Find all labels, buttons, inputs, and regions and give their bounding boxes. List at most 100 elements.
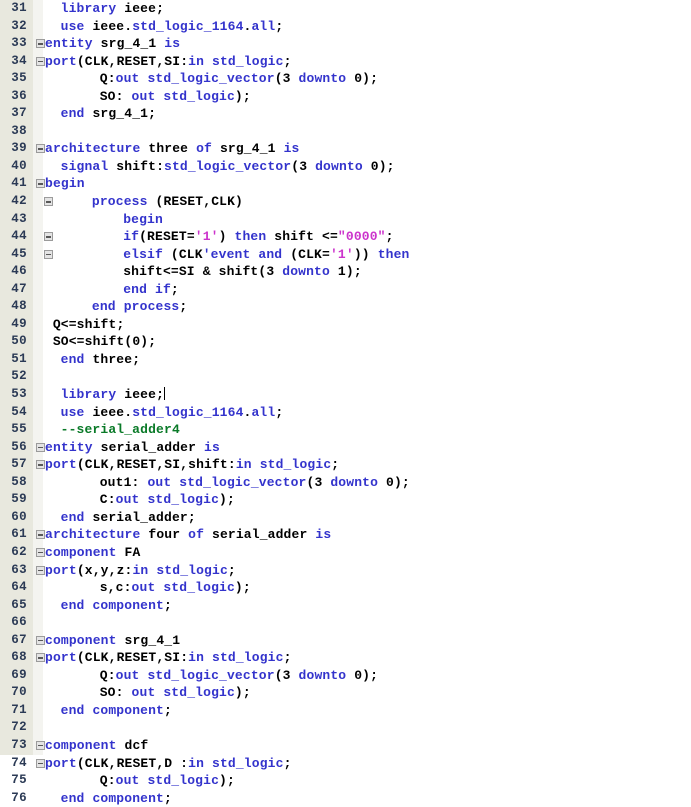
code-text: entity srg_4_1 is [45, 35, 180, 53]
token-pun: ); [234, 88, 251, 104]
line-number: 54 [11, 404, 27, 419]
fold-collapse-icon[interactable] [36, 740, 45, 750]
code-line[interactable]: 69 Q:out std_logic_vector(3 downto 0); [0, 667, 691, 685]
code-line[interactable]: 33 entity srg_4_1 is [0, 35, 691, 53]
code-line[interactable]: 62 component FA [0, 544, 691, 562]
code-text: begin [45, 175, 85, 193]
code-line[interactable]: 64 s,c:out std_logic); [0, 579, 691, 597]
line-number: 66 [11, 615, 27, 630]
code-line[interactable]: 40 signal shift:std_logic_vector(3 downto… [0, 158, 691, 176]
fold-collapse-icon[interactable] [36, 653, 45, 663]
token-pun: : [131, 474, 148, 490]
token-kw: std_logic_vector [147, 71, 275, 87]
token-pun: ; [283, 53, 292, 69]
token-pun: ( [76, 650, 85, 666]
token-id: serial_adder [100, 439, 197, 455]
token-id: ieee [92, 18, 125, 34]
line-number: 75 [11, 773, 27, 788]
code-line[interactable]: 65 end component; [0, 597, 691, 615]
code-lines[interactable]: 31 library ieee; 32 use ieee.std_logic_1164… [0, 0, 691, 807]
fold-collapse-icon[interactable] [36, 530, 45, 540]
code-line[interactable]: 73 component dcf [0, 737, 691, 755]
fold-collapse-icon[interactable] [36, 56, 45, 66]
code-line[interactable]: 61 architecture four of serial_adder is [0, 526, 691, 544]
token-pun: : [115, 88, 132, 104]
fold-collapse-icon[interactable] [36, 758, 45, 768]
code-line[interactable]: 39 architecture three of srg_4_1 is [0, 140, 691, 158]
code-editor[interactable]: 31 library ieee; 32 use ieee.std_logic_1164… [0, 0, 691, 806]
token-kw: downto [298, 667, 347, 683]
token-pun: ; [132, 351, 141, 367]
code-line[interactable]: 60 end serial_adder; [0, 509, 691, 527]
code-line[interactable]: 52 [0, 368, 691, 386]
code-line[interactable]: 45 elsif (CLK'event and (CLK='1')) then [0, 246, 691, 264]
code-line[interactable]: 67 component srg_4_1 [0, 632, 691, 650]
code-line[interactable]: 31 library ieee; [0, 0, 691, 18]
code-line[interactable]: 72 [0, 719, 691, 737]
code-line[interactable]: 51 end three; [0, 351, 691, 369]
code-line[interactable]: 34 port(CLK,RESET,SI:in std_logic; [0, 53, 691, 71]
code-line[interactable]: 44 if(RESET='1') then shift <="0000"; [0, 228, 691, 246]
code-line[interactable]: 43 begin [0, 211, 691, 229]
fold-collapse-icon[interactable] [36, 179, 45, 189]
fold-collapse-icon[interactable] [36, 144, 45, 154]
code-line[interactable]: 57 port(CLK,RESET,SI,shift:in std_logic; [0, 456, 691, 474]
token-str: '1' [194, 229, 219, 245]
text-cursor [164, 387, 166, 401]
fold-collapse-icon[interactable] [36, 460, 45, 470]
code-text: component FA [45, 544, 140, 562]
token-id: 0 [354, 71, 363, 87]
token-str: "0000" [337, 229, 386, 245]
code-text: component dcf [45, 737, 148, 755]
code-line[interactable]: 50 SO<=shift(0); [0, 333, 691, 351]
code-line[interactable]: 63 port(x,y,z:in std_logic; [0, 562, 691, 580]
code-line[interactable]: 41 begin [0, 175, 691, 193]
code-line[interactable]: 35 Q:out std_logic_vector(3 downto 0); [0, 70, 691, 88]
token-pun: ( [274, 71, 283, 87]
code-line[interactable]: 56 entity serial_adder is [0, 439, 691, 457]
token-pun: = [186, 229, 195, 245]
code-line[interactable]: 47 end if; [0, 281, 691, 299]
code-line[interactable]: 49 Q<=shift; [0, 316, 691, 334]
code-line[interactable]: 59 C:out std_logic); [0, 491, 691, 509]
fold-collapse-icon[interactable] [36, 547, 45, 557]
code-line[interactable]: 68 port(CLK,RESET,SI:in std_logic; [0, 649, 691, 667]
code-line[interactable]: 66 [0, 614, 691, 632]
token-id: ieee [124, 1, 157, 16]
code-line[interactable]: 71 end component; [0, 702, 691, 720]
token-pun: ( [162, 246, 179, 262]
code-line[interactable]: 48 end process; [0, 298, 691, 316]
code-line[interactable]: 36 SO: out std_logic); [0, 88, 691, 106]
code-line[interactable]: 46 shift<=SI & shift(3 downto 1); [0, 263, 691, 281]
code-line[interactable]: 70 SO: out std_logic); [0, 684, 691, 702]
code-line[interactable]: 75 Q:out std_logic); [0, 772, 691, 790]
fold-collapse-icon[interactable] [36, 635, 45, 645]
code-line[interactable]: 54 use ieee.std_logic_1164.all; [0, 404, 691, 422]
fold-collapse-icon[interactable] [36, 565, 45, 575]
fold-collapse-icon[interactable] [44, 197, 53, 207]
code-line[interactable]: 76 end component; [0, 790, 691, 807]
token-kw: out [115, 667, 140, 683]
code-line[interactable]: 74 port(CLK,RESET,D :in std_logic; [0, 755, 691, 773]
token-pun: ; [164, 597, 172, 613]
token-pun [204, 650, 212, 665]
code-line[interactable]: 42 process (RESET,CLK) [0, 193, 691, 211]
fold-collapse-icon[interactable] [36, 39, 45, 49]
token-pun: ; [283, 650, 292, 666]
code-line[interactable]: 38 [0, 123, 691, 141]
line-number: 31 [11, 1, 27, 15]
code-line[interactable]: 53 library ieee; [0, 386, 691, 404]
line-number: 68 [11, 650, 27, 665]
token-kw: out [115, 71, 140, 87]
token-pun [330, 264, 338, 279]
fold-collapse-icon[interactable] [36, 442, 45, 452]
fold-collapse-icon[interactable] [44, 249, 53, 259]
code-line[interactable]: 58 out1: out std_logic_vector(3 downto 0)… [0, 474, 691, 492]
line-number: 65 [11, 597, 27, 612]
code-line[interactable]: 32 use ieee.std_logic_1164.all; [0, 18, 691, 36]
fold-collapse-icon[interactable] [44, 232, 53, 242]
code-line[interactable]: 55 --serial_adder4 [0, 421, 691, 439]
token-kw: component [92, 702, 164, 718]
token-kw: is [283, 141, 300, 157]
code-line[interactable]: 37 end srg_4_1; [0, 105, 691, 123]
